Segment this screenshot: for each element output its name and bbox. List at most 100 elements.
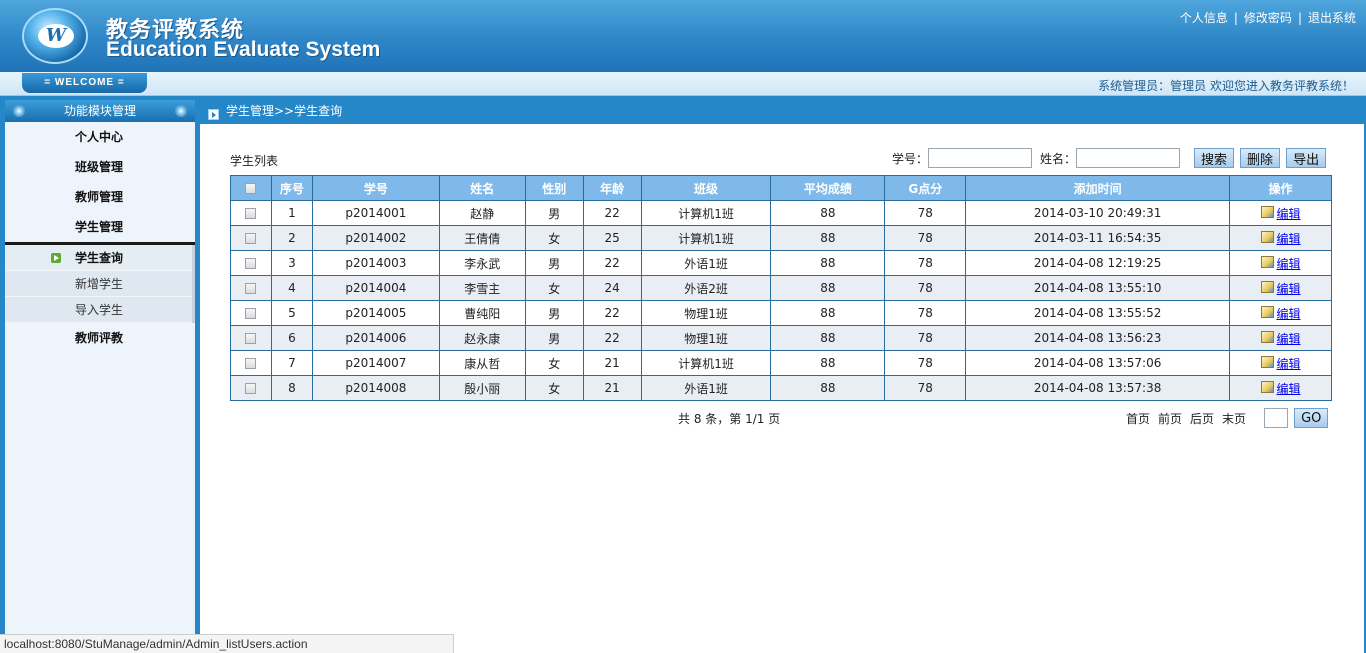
export-button[interactable]: 导出	[1286, 148, 1327, 168]
row-select-cell	[230, 275, 272, 301]
table-cell: 外语1班	[640, 375, 772, 401]
logo-icon: W	[22, 8, 88, 64]
row-select-cell	[230, 200, 272, 226]
table-cell: 李雪主	[438, 275, 526, 301]
row-checkbox[interactable]	[245, 383, 257, 394]
table-cell: 78	[884, 350, 967, 376]
edit-icon[interactable]	[1260, 256, 1274, 268]
sidebar: 功能模块管理 个人中心 班级管理 教师管理 学生管理 学生查询 新增学生 导入学…	[0, 96, 200, 653]
link-separator: |	[1233, 11, 1238, 25]
column-header: 班级	[640, 175, 772, 201]
edit-icon[interactable]	[1260, 281, 1274, 293]
row-checkbox[interactable]	[245, 258, 257, 269]
table-cell: 曹纯阳	[438, 300, 526, 326]
sidebar-item-personal-center[interactable]: 个人中心	[5, 122, 195, 152]
edit-link[interactable]: 编辑	[1277, 332, 1301, 346]
table-cell: 2014-03-10 20:49:31	[965, 200, 1231, 226]
table-cell: 男	[524, 200, 584, 226]
table-cell: 2014-04-08 13:57:38	[965, 375, 1231, 401]
name-input[interactable]	[1076, 148, 1181, 168]
next-page-link[interactable]: 后页	[1190, 410, 1214, 427]
edit-icon[interactable]	[1260, 356, 1274, 368]
row-actions-cell: 编辑	[1229, 300, 1332, 326]
edit-icon[interactable]	[1260, 206, 1274, 218]
edit-link[interactable]: 编辑	[1277, 257, 1301, 271]
student-table: 序号 学号 姓名 性别 年龄 班级 平均成绩 G点分 添加时间 操作 1 p201…	[230, 175, 1332, 401]
profile-link[interactable]: 个人信息	[1180, 11, 1228, 25]
delete-button[interactable]: 删除	[1240, 148, 1281, 168]
table-cell: 物理1班	[640, 325, 772, 351]
row-actions-cell: 编辑	[1229, 200, 1332, 226]
arrow-right-icon	[51, 253, 61, 263]
logout-link[interactable]: 退出系统	[1308, 11, 1356, 25]
table-cell: 78	[884, 225, 967, 251]
row-actions-cell: 编辑	[1229, 375, 1332, 401]
sidebar-heading: 功能模块管理	[5, 100, 195, 122]
table-cell: 康从哲	[438, 350, 526, 376]
page-number-input[interactable]	[1264, 408, 1289, 428]
student-id-label: 学号：	[892, 151, 929, 166]
edit-link[interactable]: 编辑	[1277, 357, 1301, 371]
main-frame: 学生管理>>学生查询 学生列表 学号： 姓名： 搜索 删除 导出 序号 学号 姓…	[200, 96, 1366, 653]
sidebar-item-teacher-evaluation[interactable]: 教师评教	[5, 323, 195, 353]
table-cell: 78	[884, 275, 967, 301]
sidebar-item-student-management[interactable]: 学生管理	[5, 212, 195, 242]
row-checkbox[interactable]	[245, 283, 257, 294]
column-header: 操作	[1229, 175, 1332, 201]
table-body: 1 p2014001 赵静男 22 计算机1班 88 78 2014-03-10 20:49:…	[230, 200, 1332, 401]
edit-link[interactable]: 编辑	[1277, 307, 1301, 321]
last-page-link[interactable]: 末页	[1222, 410, 1246, 427]
sidebar-subitem-add-student[interactable]: 新增学生	[5, 271, 192, 297]
search-button[interactable]: 搜索	[1194, 148, 1235, 168]
edit-link[interactable]: 编辑	[1277, 282, 1301, 296]
table-cell: 3	[270, 250, 313, 276]
app-title-en: Education Evaluate System	[106, 38, 381, 61]
edit-link[interactable]: 编辑	[1277, 382, 1301, 396]
row-checkbox[interactable]	[245, 358, 257, 369]
table-cell: 78	[884, 375, 967, 401]
go-button[interactable]: GO	[1294, 408, 1329, 428]
select-all-header	[230, 175, 272, 201]
search-bar: 学号： 姓名： 搜索 删除 导出	[892, 146, 1327, 170]
prev-page-link[interactable]: 前页	[1158, 410, 1182, 427]
table-cell: 计算机1班	[640, 225, 772, 251]
sidebar-subitem-import-student[interactable]: 导入学生	[5, 297, 192, 323]
sidebar-item-teacher-management[interactable]: 教师管理	[5, 182, 195, 212]
row-checkbox[interactable]	[245, 308, 257, 319]
table-cell: 78	[884, 325, 967, 351]
row-actions-cell: 编辑	[1229, 250, 1332, 276]
table-cell: p2014003	[311, 250, 440, 276]
select-all-checkbox[interactable]	[245, 183, 257, 194]
row-actions-cell: 编辑	[1229, 275, 1332, 301]
table-cell: 2014-04-08 13:56:23	[965, 325, 1231, 351]
app-header: W 教务评教系统 Education Evaluate System 个人信息 |…	[0, 0, 1366, 72]
table-cell: 88	[770, 200, 886, 226]
edit-link[interactable]: 编辑	[1277, 232, 1301, 246]
table-cell: p2014005	[311, 300, 440, 326]
student-id-input[interactable]	[928, 148, 1033, 168]
table-cell: 女	[524, 375, 584, 401]
row-checkbox[interactable]	[245, 233, 257, 244]
table-cell: 88	[770, 250, 886, 276]
edit-icon[interactable]	[1260, 381, 1274, 393]
table-cell: 88	[770, 275, 886, 301]
row-checkbox[interactable]	[245, 333, 257, 344]
first-page-link[interactable]: 首页	[1126, 410, 1150, 427]
table-header-row: 序号 学号 姓名 性别 年龄 班级 平均成绩 G点分 添加时间 操作	[230, 175, 1332, 201]
sidebar-subitem-label: 学生查询	[75, 251, 124, 265]
edit-icon[interactable]	[1260, 306, 1274, 318]
table-row: 5 p2014005 曹纯阳男 22 物理1班 88 78 2014-04-08 13:55:…	[230, 300, 1332, 326]
edit-icon[interactable]	[1260, 331, 1274, 343]
change-password-link[interactable]: 修改密码	[1244, 11, 1292, 25]
table-cell: 殷小丽	[438, 375, 526, 401]
sidebar-item-class-management[interactable]: 班级管理	[5, 152, 195, 182]
row-checkbox[interactable]	[245, 208, 257, 219]
edit-link[interactable]: 编辑	[1277, 207, 1301, 221]
sidebar-panel: 功能模块管理 个人中心 班级管理 教师管理 学生管理 学生查询 新增学生 导入学…	[5, 100, 195, 653]
column-header: 学号	[311, 175, 440, 201]
edit-icon[interactable]	[1260, 231, 1274, 243]
column-header: 性别	[524, 175, 584, 201]
sidebar-subitem-student-query[interactable]: 学生查询	[5, 245, 192, 271]
link-separator: |	[1297, 11, 1302, 25]
column-header: 平均成绩	[770, 175, 886, 201]
